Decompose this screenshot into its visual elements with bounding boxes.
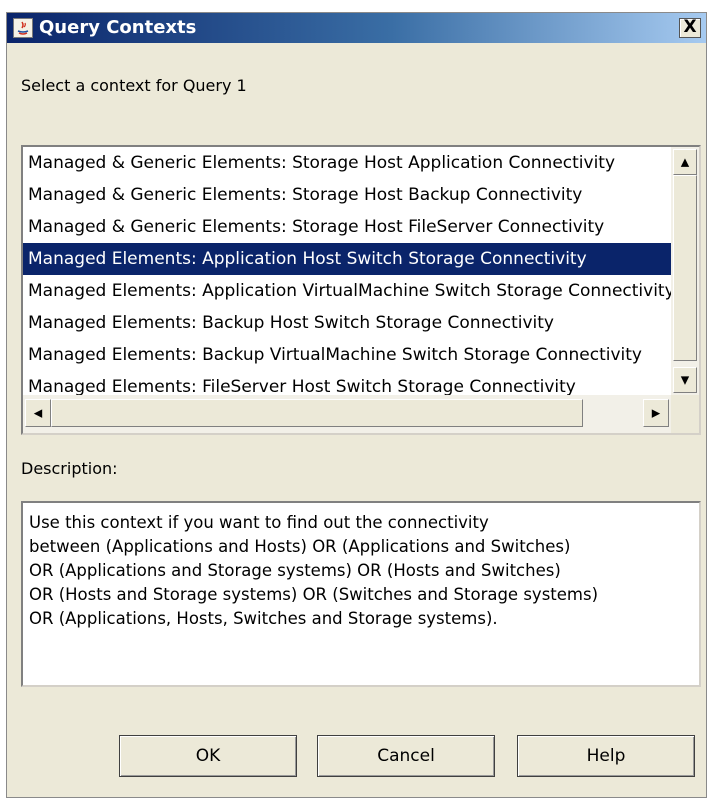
- cancel-button[interactable]: Cancel: [317, 735, 495, 777]
- arrow-down-icon: ▼: [680, 373, 690, 387]
- scroll-left-button[interactable]: ◀: [25, 399, 51, 427]
- description-line: OR (Applications, Hosts, Switches and St…: [29, 609, 498, 628]
- description-text: Use this context if you want to find out…: [21, 501, 701, 687]
- horizontal-scrollbar[interactable]: ◀ ▶: [23, 395, 671, 433]
- description-label: Description:: [21, 459, 118, 478]
- list-item[interactable]: Managed Elements: Backup Host Switch Sto…: [23, 307, 671, 339]
- list-item[interactable]: Managed Elements: Application VirtualMac…: [23, 275, 671, 307]
- context-list[interactable]: Managed & Generic Elements: Storage Host…: [21, 145, 701, 435]
- list-item[interactable]: Managed & Generic Elements: Storage Host…: [23, 179, 671, 211]
- description-line: Use this context if you want to find out…: [29, 513, 489, 532]
- scroll-down-button[interactable]: ▼: [673, 367, 697, 393]
- arrow-up-icon: ▲: [680, 155, 690, 169]
- scrollbar-corner: [671, 395, 699, 433]
- scroll-up-button[interactable]: ▲: [673, 149, 697, 175]
- vertical-scrollbar[interactable]: ▲ ▼: [671, 147, 699, 395]
- arrow-right-icon: ▶: [651, 406, 661, 420]
- list-item[interactable]: Managed Elements: FileServer Host Switch…: [23, 371, 671, 395]
- horizontal-scroll-thumb[interactable]: [51, 399, 583, 427]
- java-icon: [13, 18, 33, 38]
- arrow-left-icon: ◀: [33, 406, 43, 420]
- description-line: OR (Applications and Storage systems) OR…: [29, 561, 561, 580]
- ok-button[interactable]: OK: [119, 735, 297, 777]
- scroll-right-button[interactable]: ▶: [643, 399, 669, 427]
- vertical-scroll-thumb[interactable]: [673, 175, 697, 361]
- description-line: OR (Hosts and Storage systems) OR (Switc…: [29, 585, 599, 604]
- context-prompt: Select a context for Query 1: [21, 76, 247, 95]
- description-line: between (Applications and Hosts) OR (App…: [29, 537, 571, 556]
- close-button[interactable]: X: [679, 18, 701, 38]
- query-contexts-dialog: Query Contexts X Select a context for Qu…: [6, 12, 707, 798]
- close-icon: X: [683, 17, 697, 37]
- list-item[interactable]: Managed Elements: Backup VirtualMachine …: [23, 339, 671, 371]
- context-list-viewport: Managed & Generic Elements: Storage Host…: [23, 147, 671, 395]
- list-item[interactable]: Managed & Generic Elements: Storage Host…: [23, 147, 671, 179]
- help-button[interactable]: Help: [517, 735, 695, 777]
- window-title: Query Contexts: [39, 17, 197, 38]
- title-bar[interactable]: Query Contexts X: [7, 13, 706, 43]
- list-item[interactable]: Managed & Generic Elements: Storage Host…: [23, 211, 671, 243]
- list-item-selected[interactable]: Managed Elements: Application Host Switc…: [23, 243, 671, 275]
